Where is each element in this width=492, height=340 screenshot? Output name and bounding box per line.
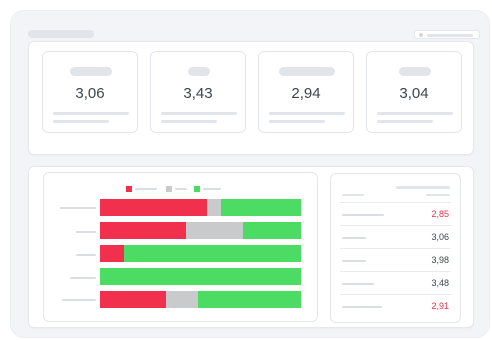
legend-label-placeholder [203, 188, 221, 190]
list-column-placeholder [426, 194, 450, 196]
legend-swatch-green [194, 186, 200, 192]
bar-segment[interactable] [186, 222, 243, 239]
kpi-title-placeholder [399, 67, 431, 76]
kpi-value: 3,43 [183, 85, 213, 102]
kpi-card[interactable]: 3,04 [366, 51, 462, 133]
bar-segment[interactable] [100, 291, 167, 308]
list-row-label-placeholder [342, 283, 374, 285]
list-header-placeholder [396, 186, 450, 189]
bar-segment[interactable] [100, 268, 301, 285]
list-row[interactable]: 2,85 [340, 202, 451, 225]
kpi-value: 2,94 [291, 85, 321, 102]
list-row-label-placeholder [342, 214, 384, 216]
category-label-placeholder [76, 231, 96, 233]
kpi-caption-placeholder [53, 112, 129, 115]
kpi-card[interactable]: 2,94 [258, 51, 354, 133]
kpi-caption-placeholder [269, 120, 325, 123]
list-row-value: 3,98 [431, 255, 449, 265]
bar-segment[interactable] [242, 222, 301, 239]
list-row-label-placeholder [342, 237, 366, 239]
kpi-caption-placeholder [269, 112, 345, 115]
kpi-value: 3,06 [75, 85, 105, 102]
kpi-card[interactable]: 3,43 [150, 51, 246, 133]
list-row[interactable]: 2,91 [340, 294, 451, 317]
category-label-placeholder [60, 207, 96, 209]
kpi-caption-placeholder [161, 112, 237, 115]
bar-segment[interactable] [166, 291, 199, 308]
dashboard-title-placeholder [28, 30, 94, 38]
kpi-caption-placeholder [377, 112, 453, 115]
bar-segment[interactable] [124, 245, 301, 262]
kpi-caption-placeholder [377, 120, 433, 123]
list-row[interactable]: 3,48 [340, 271, 451, 294]
kpi-title-placeholder [70, 67, 112, 76]
kpi-caption-placeholder [53, 120, 109, 123]
legend-swatch-red [126, 186, 132, 192]
kpi-card[interactable]: 3,06 [42, 51, 138, 133]
top-filter-control[interactable] [414, 30, 480, 39]
list-row-value: 2,85 [431, 209, 449, 219]
kpi-caption-placeholder [161, 120, 217, 123]
legend-swatch-gray [166, 186, 172, 192]
list-column-placeholder [342, 194, 364, 196]
category-label-placeholder [76, 254, 96, 256]
kpi-title-placeholder [188, 67, 210, 76]
list-row[interactable]: 3,98 [340, 248, 451, 271]
list-row-value: 3,06 [431, 232, 449, 242]
legend-label-placeholder [135, 188, 157, 190]
list-row-label-placeholder [342, 306, 382, 308]
bar-segment[interactable] [100, 222, 187, 239]
list-row[interactable]: 3,06 [340, 225, 451, 248]
category-label-placeholder [62, 299, 96, 301]
bar-segment[interactable] [100, 199, 207, 216]
category-label-placeholder [70, 277, 96, 279]
filter-dot-icon [419, 33, 423, 37]
bar-segment[interactable] [198, 291, 301, 308]
kpi-title-placeholder [279, 67, 335, 76]
list-row-value: 3,48 [431, 278, 449, 288]
filter-label-placeholder [427, 33, 473, 37]
kpi-value: 3,04 [399, 85, 429, 102]
list-row-value: 2,91 [431, 301, 449, 311]
bar-segment[interactable] [220, 199, 301, 216]
list-row-label-placeholder [342, 260, 366, 262]
bar-segment[interactable] [206, 199, 221, 216]
legend-label-placeholder [175, 188, 187, 190]
bar-segment[interactable] [100, 245, 125, 262]
